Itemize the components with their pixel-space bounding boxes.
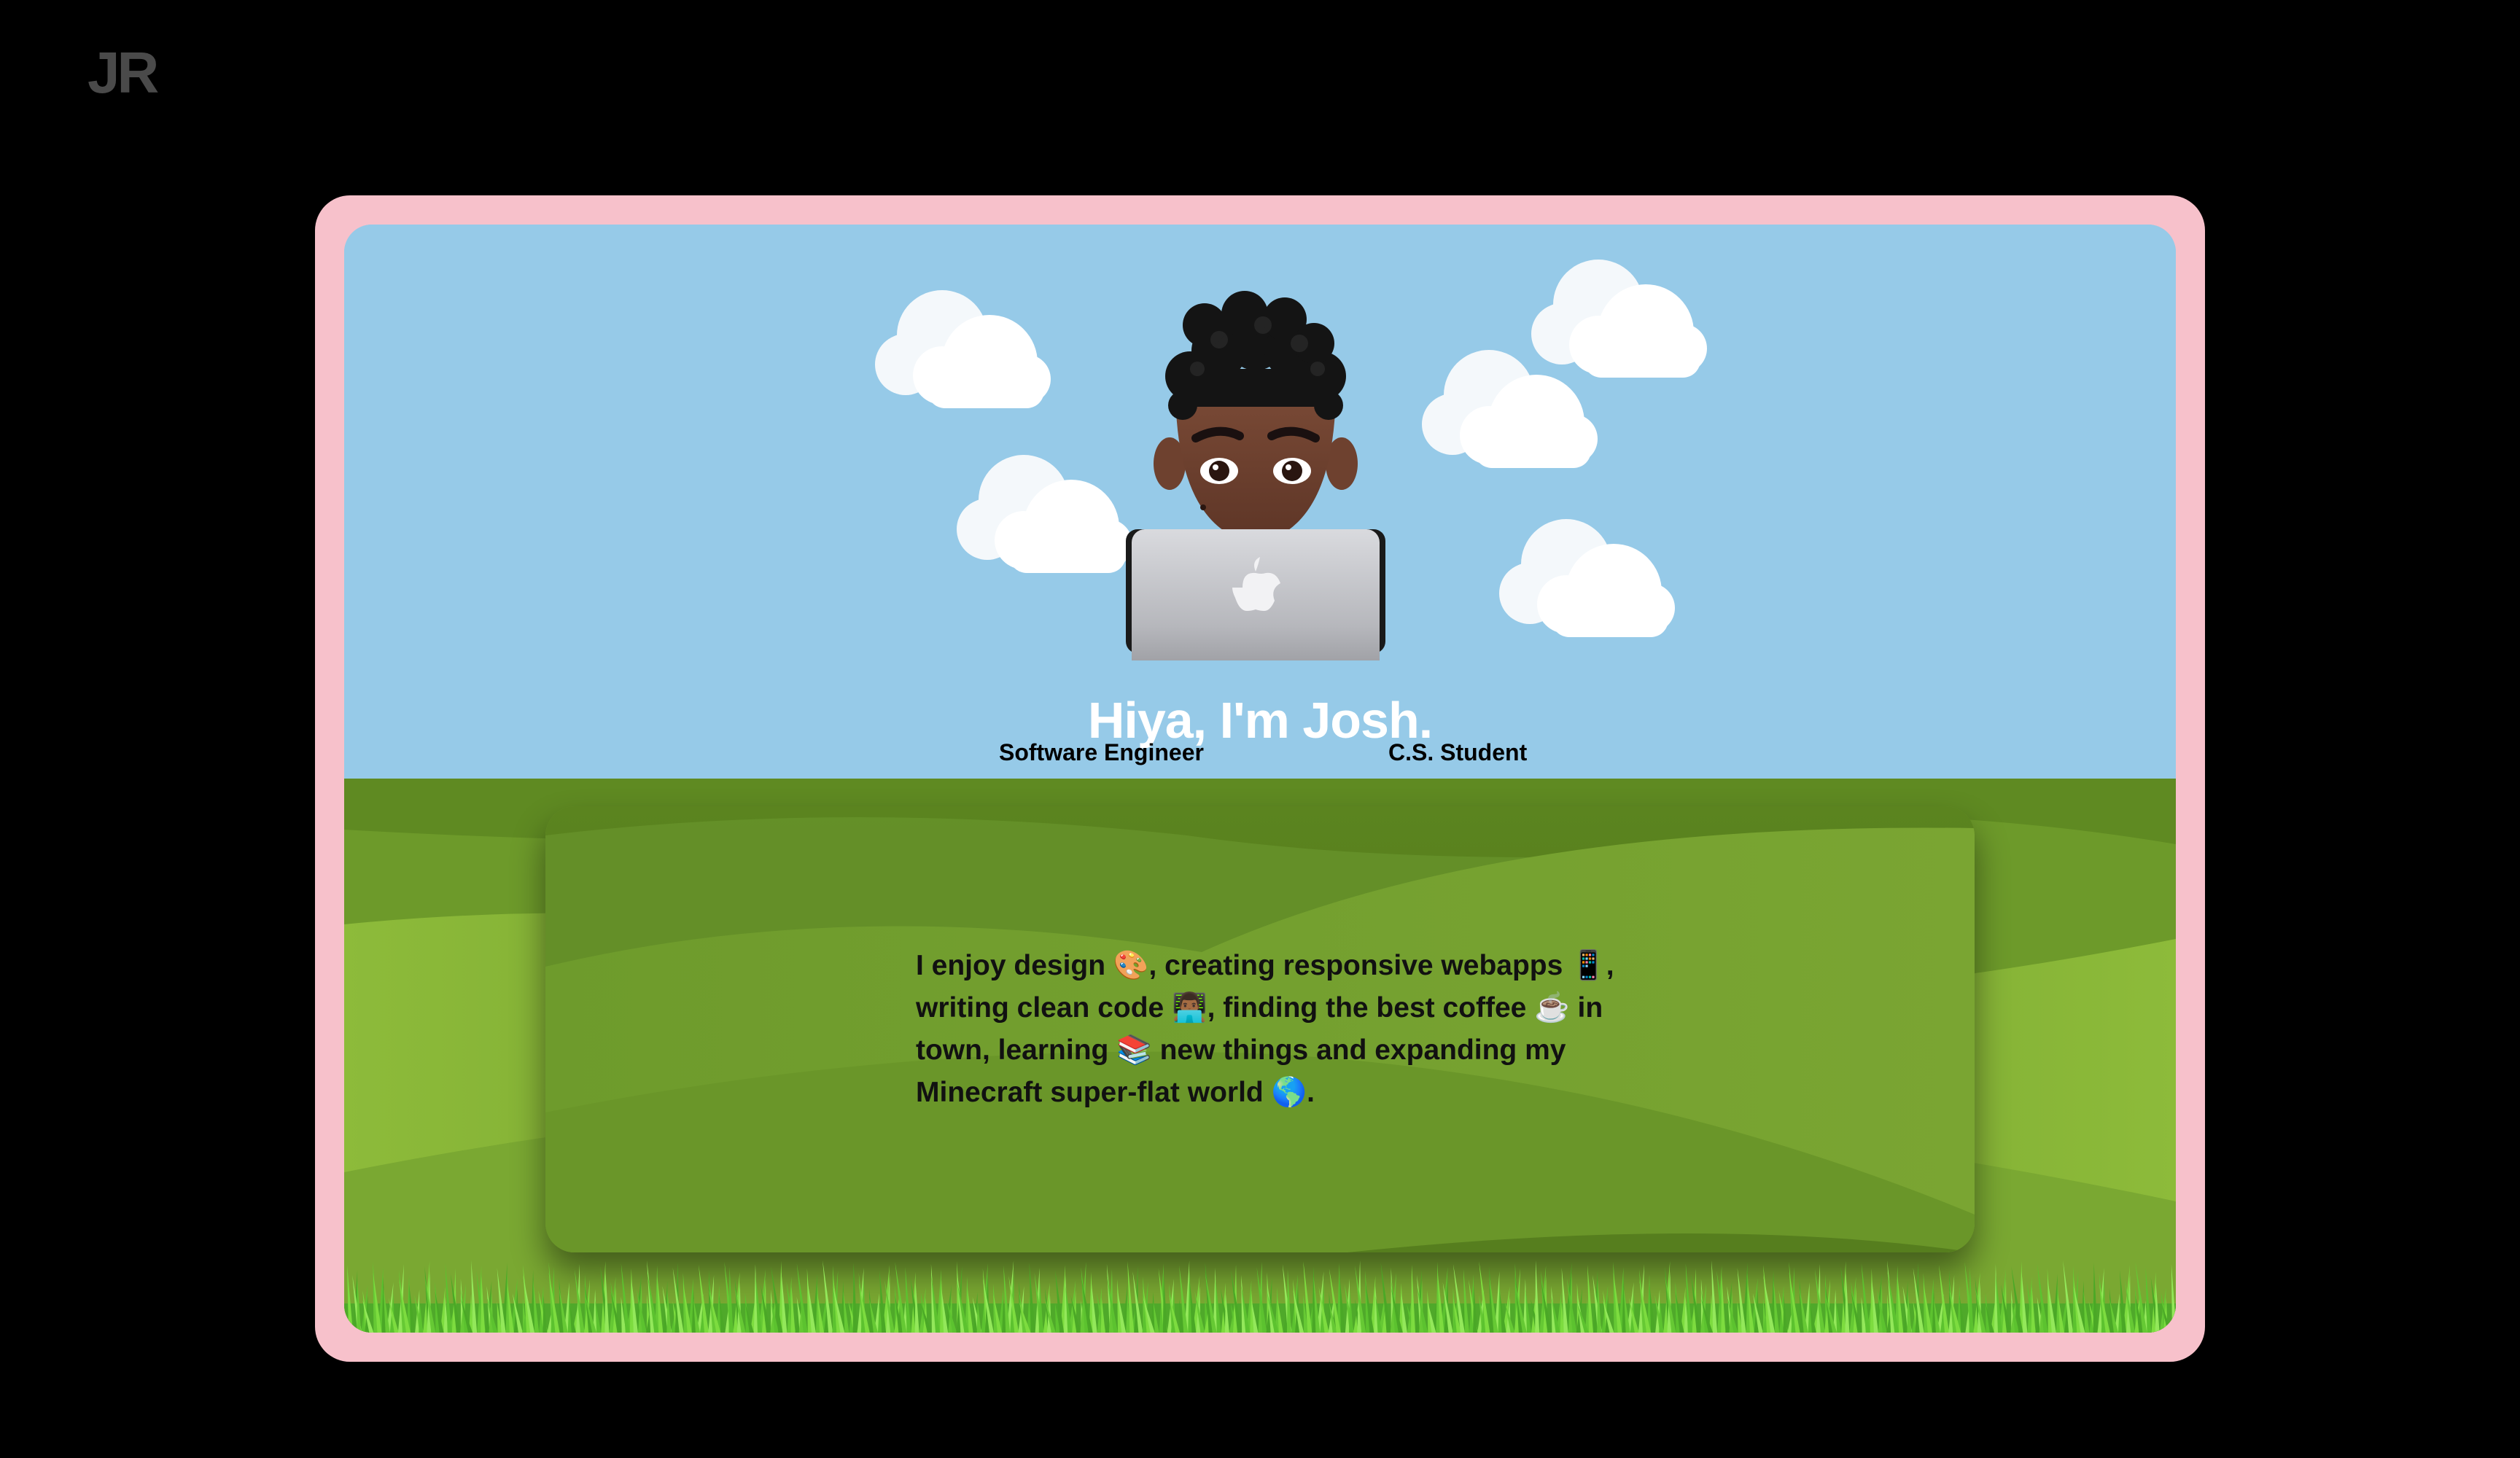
- cloud-icon: [1499, 519, 1675, 637]
- about-text: I enjoy design 🎨, creating responsive we…: [916, 950, 1614, 1108]
- role-cs-student: C.S. Student: [1388, 739, 1528, 765]
- about-card: I enjoy design 🎨, creating responsive we…: [545, 806, 1975, 1252]
- hero-headline: Hiya, I'm Josh.: [1087, 692, 1433, 749]
- cloud-icon: [875, 290, 1051, 408]
- cloud-icon: [957, 455, 1132, 573]
- site-logo[interactable]: JR: [88, 39, 159, 106]
- grass-border: [344, 1260, 2176, 1333]
- memoji-avatar: [1126, 291, 1385, 660]
- role-software-engineer: Software Engineer: [999, 739, 1204, 765]
- hero-scene: Hiya, I'm Josh. Software Engineer C.S. S…: [344, 225, 2176, 1333]
- cloud-icon: [1531, 260, 1707, 378]
